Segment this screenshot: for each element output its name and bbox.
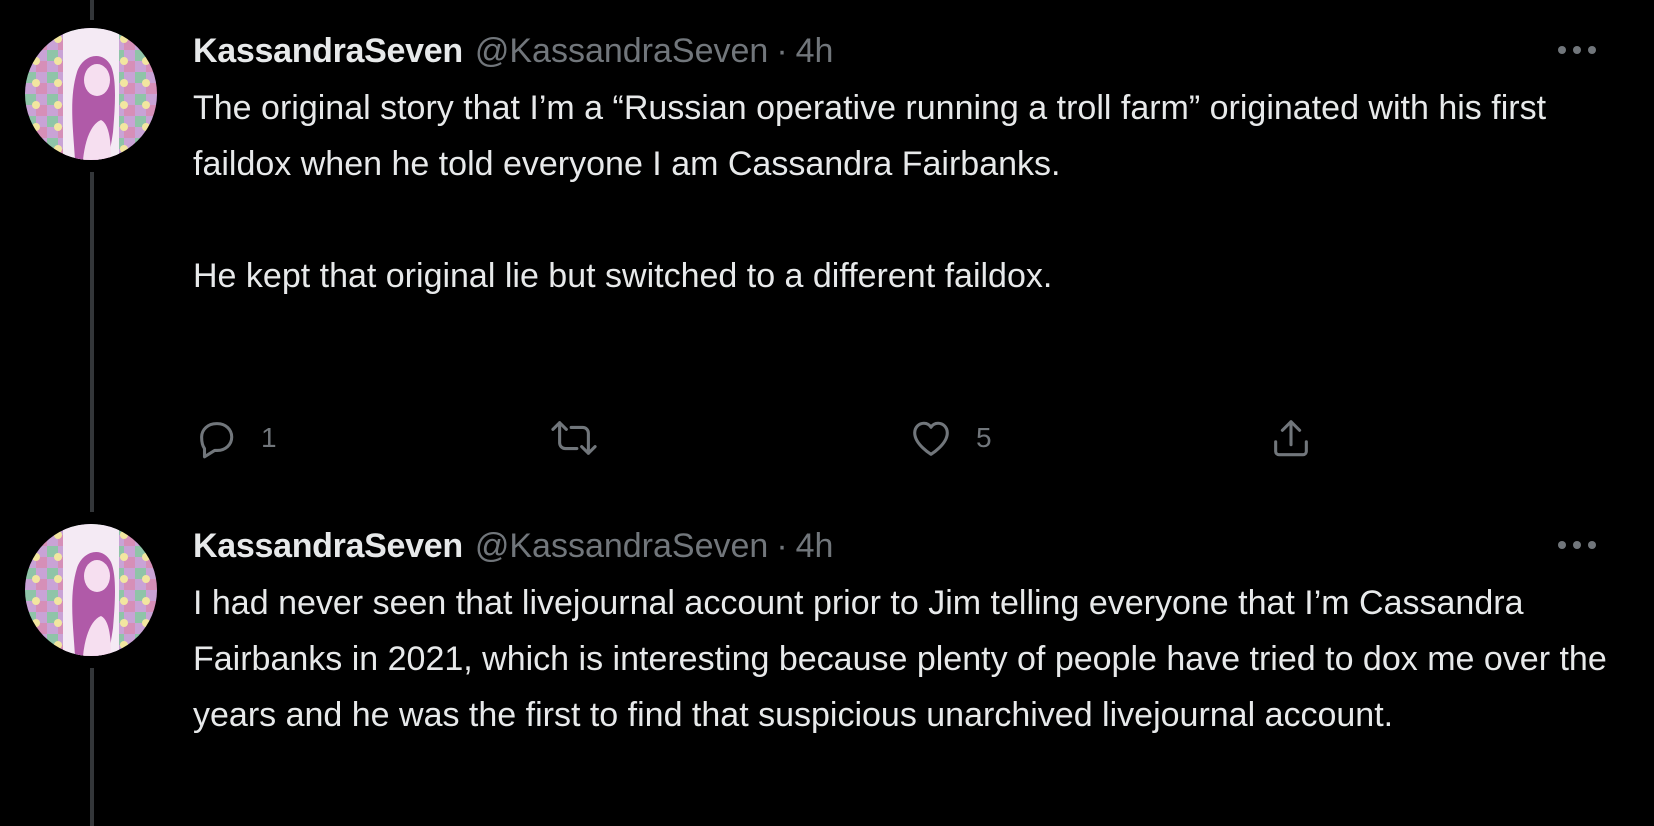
display-name[interactable]: KassandraSeven xyxy=(193,30,463,72)
thread-line-middle xyxy=(90,172,94,512)
avatar-image xyxy=(25,524,157,656)
tweet-actions: 1 5 xyxy=(193,410,1393,466)
avatar[interactable] xyxy=(25,28,157,160)
tweet-text: I had never seen that livejournal accoun… xyxy=(193,584,1617,734)
thread-line-top xyxy=(90,0,94,20)
display-name[interactable]: KassandraSeven xyxy=(193,525,463,567)
more-options-button[interactable] xyxy=(1553,30,1601,70)
timestamp[interactable]: 4h xyxy=(796,525,834,567)
retweet-icon xyxy=(551,421,597,455)
header-separator: · xyxy=(776,32,788,70)
more-horizontal-icon xyxy=(1558,46,1596,54)
avatar-image xyxy=(25,28,157,160)
thread-line-bottom xyxy=(90,668,94,826)
user-handle[interactable]: @KassandraSeven xyxy=(475,30,768,72)
heart-icon xyxy=(913,421,949,456)
user-handle[interactable]: @KassandraSeven xyxy=(475,525,768,567)
avatar[interactable] xyxy=(25,524,157,656)
timestamp[interactable]: 4h xyxy=(796,30,834,72)
share-button[interactable] xyxy=(1268,410,1314,466)
tweet-text: The original story that I’m a “Russian o… xyxy=(193,89,1547,295)
tweet-header: KassandraSeven @KassandraSeven · 4h xyxy=(193,30,1623,72)
retweet-button[interactable] xyxy=(551,410,619,466)
like-button[interactable]: 5 xyxy=(908,410,992,466)
reply-count: 1 xyxy=(261,422,277,453)
like-count: 5 xyxy=(976,422,992,453)
share-icon xyxy=(1274,420,1308,457)
header-separator: · xyxy=(776,527,788,565)
more-horizontal-icon xyxy=(1558,541,1596,549)
reply-bubble-icon xyxy=(200,422,234,459)
tweet-header: KassandraSeven @KassandraSeven · 4h xyxy=(193,525,1623,567)
reply-button[interactable]: 1 xyxy=(193,410,277,466)
more-options-button[interactable] xyxy=(1553,525,1601,565)
